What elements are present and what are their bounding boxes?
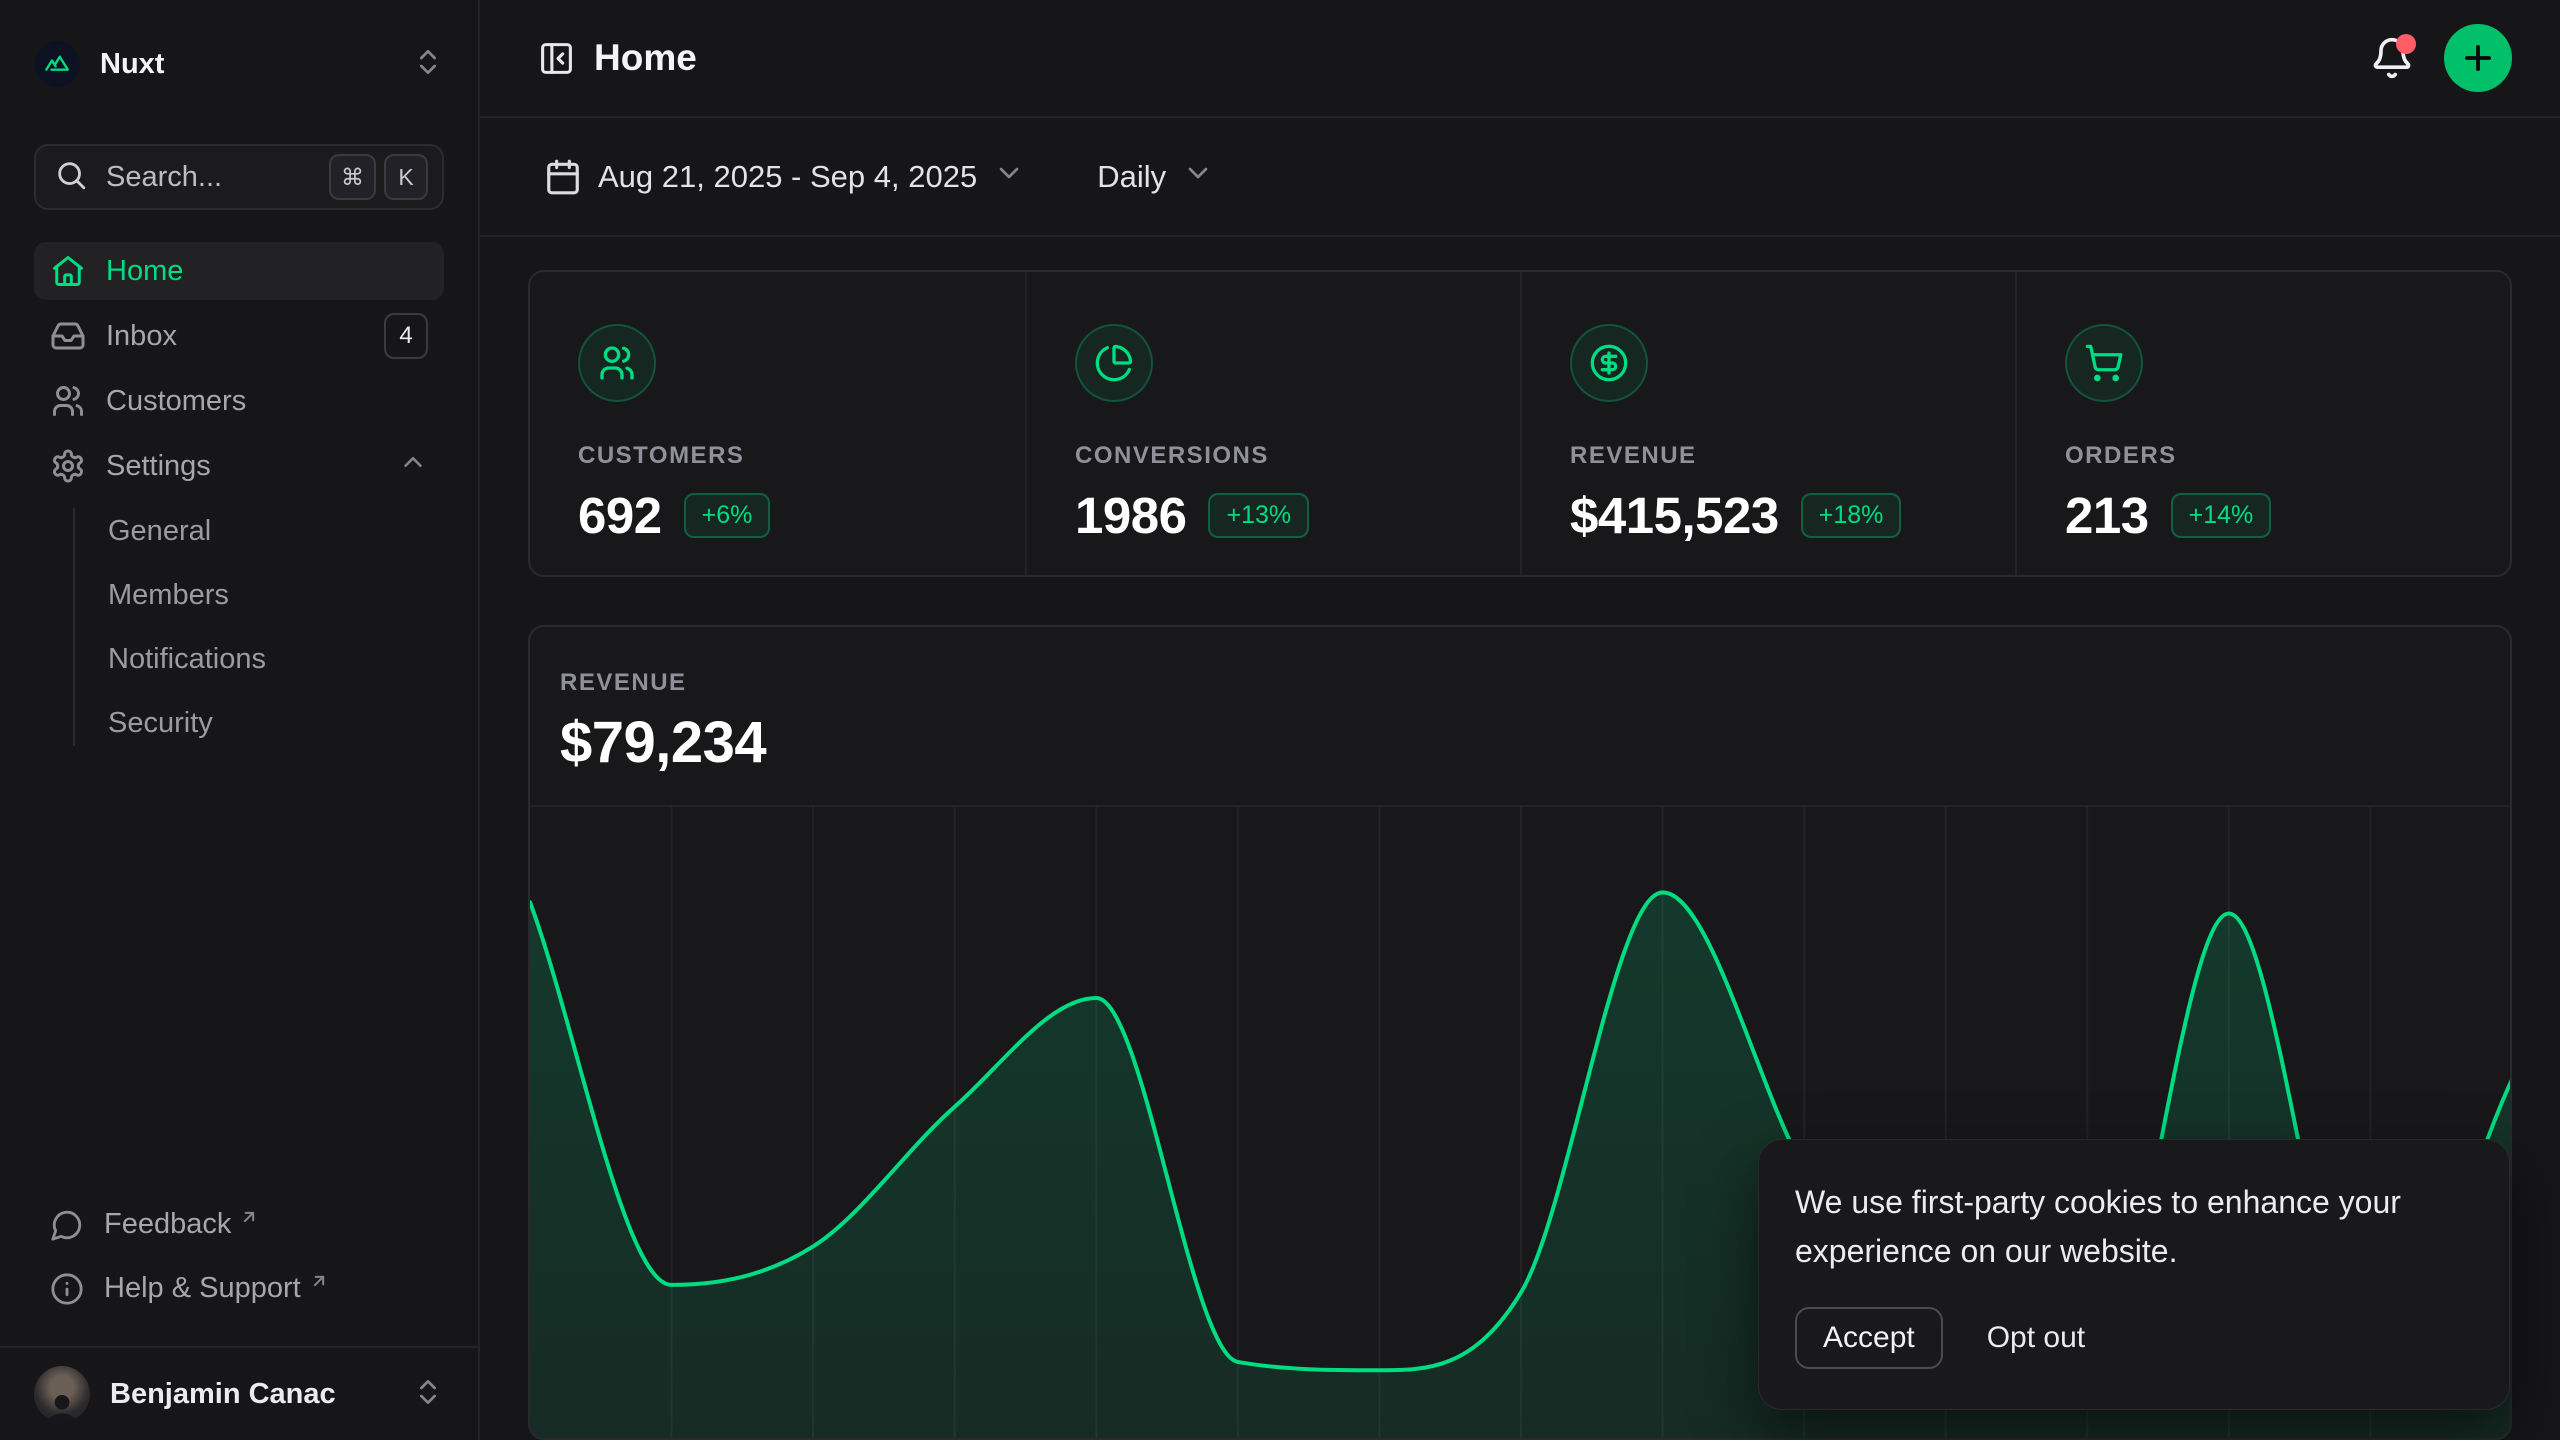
stat-delta-badge: +18% bbox=[1801, 493, 1902, 538]
filter-toolbar: Aug 21, 2025 - Sep 4, 2025 Daily bbox=[480, 118, 2560, 237]
sidebar: Nuxt Search... ⌘ K Home bbox=[0, 0, 480, 1440]
external-link-icon bbox=[239, 1202, 259, 1235]
avatar bbox=[34, 1366, 90, 1422]
chevron-down-icon bbox=[1182, 157, 1214, 197]
sidebar-item-settings[interactable]: Settings bbox=[34, 437, 444, 495]
gear-icon bbox=[50, 448, 86, 484]
stat-value: $415,523 bbox=[1570, 486, 1779, 545]
user-menu[interactable]: Benjamin Canac bbox=[34, 1362, 444, 1426]
sidebar-item-security[interactable]: Security bbox=[108, 694, 444, 752]
stat-label: ORDERS bbox=[2065, 442, 2462, 470]
shopping-cart-icon bbox=[2065, 324, 2143, 402]
sidebar-item-feedback[interactable]: Feedback bbox=[34, 1198, 444, 1256]
sidebar-item-general[interactable]: General bbox=[108, 502, 444, 560]
stat-label: REVENUE bbox=[1570, 442, 1967, 470]
chat-bubble-icon bbox=[50, 1208, 84, 1242]
period-value: Daily bbox=[1097, 159, 1166, 195]
sidebar-nav: Home Inbox 4 Customers Settings bbox=[34, 242, 444, 758]
date-range-picker[interactable]: Aug 21, 2025 - Sep 4, 2025 bbox=[544, 157, 1025, 197]
sidebar-subitem-label: Notifications bbox=[108, 643, 266, 676]
sidebar-spacer bbox=[34, 758, 444, 1198]
cookie-consent-banner: We use first-party cookies to enhance yo… bbox=[1758, 1139, 2510, 1410]
date-range-value: Aug 21, 2025 - Sep 4, 2025 bbox=[598, 159, 977, 195]
settings-subnav: General Members Notifications Security bbox=[34, 502, 444, 752]
calendar-icon bbox=[544, 158, 582, 196]
page-title: Home bbox=[594, 37, 2364, 79]
sidebar-item-notifications[interactable]: Notifications bbox=[108, 630, 444, 688]
sidebar-item-help-support[interactable]: Help & Support bbox=[34, 1262, 444, 1320]
chevrons-up-down-icon bbox=[412, 46, 444, 83]
sidebar-item-label: Feedback bbox=[104, 1208, 231, 1241]
notification-dot bbox=[2396, 34, 2416, 54]
sidebar-item-members[interactable]: Members bbox=[108, 566, 444, 624]
collapse-sidebar-button[interactable] bbox=[528, 30, 584, 86]
workspace-name: Nuxt bbox=[100, 48, 412, 81]
stat-card-orders[interactable]: ORDERS 213 +14% bbox=[2015, 272, 2510, 575]
page-header: Home bbox=[480, 0, 2560, 118]
cookie-actions: Accept Opt out bbox=[1795, 1307, 2473, 1369]
notifications-button[interactable] bbox=[2364, 30, 2420, 86]
dollar-circle-icon bbox=[1570, 324, 1648, 402]
chevron-up-icon bbox=[398, 447, 428, 485]
sidebar-item-inbox[interactable]: Inbox 4 bbox=[34, 307, 444, 365]
kbd-k: K bbox=[384, 154, 428, 200]
stats-row: CUSTOMERS 692 +6% CONVERSIONS 1986 +13% bbox=[528, 270, 2512, 577]
pie-chart-icon bbox=[1075, 324, 1153, 402]
kbd-cmd: ⌘ bbox=[329, 154, 376, 200]
stat-card-customers[interactable]: CUSTOMERS 692 +6% bbox=[530, 272, 1025, 575]
users-icon bbox=[578, 324, 656, 402]
period-select[interactable]: Daily bbox=[1097, 157, 1214, 197]
stat-label: CUSTOMERS bbox=[578, 442, 977, 470]
sidebar-item-label: Settings bbox=[106, 450, 398, 483]
users-icon bbox=[50, 383, 86, 419]
sidebar-item-home[interactable]: Home bbox=[34, 242, 444, 300]
sidebar-item-label: Customers bbox=[106, 385, 428, 418]
sidebar-user-section: Benjamin Canac bbox=[0, 1346, 478, 1440]
sidebar-subitem-label: Security bbox=[108, 707, 213, 740]
main-panel: Home Aug 21, 2025 - Sep 4, 2025 Daily bbox=[480, 0, 2560, 1440]
external-link-icon bbox=[309, 1266, 329, 1299]
stat-delta-badge: +14% bbox=[2171, 493, 2272, 538]
sidebar-item-label: Inbox bbox=[106, 320, 384, 353]
chart-total-value: $79,234 bbox=[560, 709, 2480, 776]
add-button[interactable] bbox=[2444, 24, 2512, 92]
inbox-count-badge: 4 bbox=[384, 313, 428, 359]
workspace-switcher[interactable]: Nuxt bbox=[34, 40, 444, 88]
nuxt-logo-icon bbox=[34, 41, 80, 87]
stat-delta-badge: +13% bbox=[1208, 493, 1309, 538]
sidebar-footer-nav: Feedback Help & Support bbox=[34, 1198, 444, 1346]
search-input[interactable]: Search... ⌘ K bbox=[34, 144, 444, 210]
stat-card-conversions[interactable]: CONVERSIONS 1986 +13% bbox=[1025, 272, 1520, 575]
sidebar-subitem-label: Members bbox=[108, 579, 229, 612]
stat-label: CONVERSIONS bbox=[1075, 442, 1472, 470]
stat-value: 692 bbox=[578, 486, 662, 545]
stat-value: 1986 bbox=[1075, 486, 1186, 545]
opt-out-button[interactable]: Opt out bbox=[1987, 1321, 2085, 1355]
chevrons-up-down-icon bbox=[412, 1376, 444, 1413]
sidebar-item-customers[interactable]: Customers bbox=[34, 372, 444, 430]
chevron-down-icon bbox=[993, 157, 1025, 197]
inbox-icon bbox=[50, 318, 86, 354]
search-icon bbox=[54, 158, 88, 197]
stat-card-revenue[interactable]: REVENUE $415,523 +18% bbox=[1520, 272, 2015, 575]
cookie-message: We use first-party cookies to enhance yo… bbox=[1795, 1178, 2435, 1277]
search-placeholder: Search... bbox=[106, 161, 321, 194]
stat-delta-badge: +6% bbox=[684, 493, 771, 538]
sidebar-subitem-label: General bbox=[108, 515, 211, 548]
revenue-chart-header: REVENUE $79,234 bbox=[530, 627, 2510, 805]
sidebar-item-label: Home bbox=[106, 255, 428, 288]
accept-cookies-button[interactable]: Accept bbox=[1795, 1307, 1943, 1369]
sidebar-item-label: Help & Support bbox=[104, 1272, 301, 1305]
info-circle-icon bbox=[50, 1272, 84, 1306]
home-icon bbox=[50, 253, 86, 289]
chart-title: REVENUE bbox=[560, 669, 2480, 697]
stat-value: 213 bbox=[2065, 486, 2149, 545]
app-window: Nuxt Search... ⌘ K Home bbox=[0, 0, 2560, 1440]
user-name: Benjamin Canac bbox=[110, 1378, 412, 1411]
